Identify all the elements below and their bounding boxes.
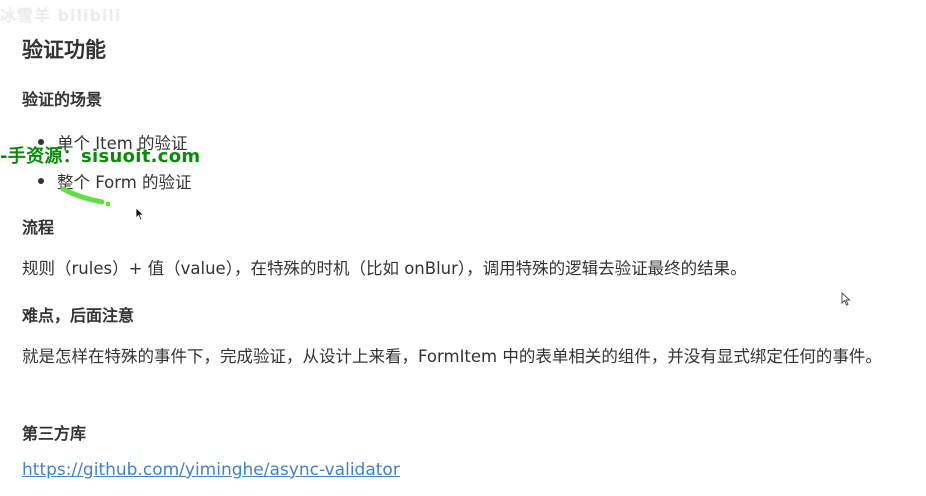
section-title-library: 第三方库 <box>22 424 87 443</box>
async-validator-link[interactable]: https://github.com/yiminghe/async-valida… <box>22 460 400 480</box>
flow-paragraph: 规则（rules）+ 值（value），在特殊的时机（比如 onBlur），调用… <box>22 259 747 278</box>
mouse-cursor-icon <box>841 292 851 306</box>
section-title-difficulty: 难点，后面注意 <box>22 306 135 325</box>
mouse-cursor-icon <box>135 207 145 221</box>
overlay-watermark: -手资源：sisuoit.com <box>0 146 201 167</box>
green-highlight-stroke <box>60 186 111 207</box>
section-title-flow: 流程 <box>22 218 55 237</box>
page-title: 验证功能 <box>22 38 106 62</box>
difficulty-paragraph: 就是怎样在特殊的事件下，完成验证，从设计上来看，FormItem 中的表单相关的… <box>22 347 882 366</box>
top-watermark: 冰雪羊 bilibili <box>0 6 122 25</box>
bullet-icon <box>38 178 44 184</box>
section-title-scenes: 验证的场景 <box>22 90 103 109</box>
document-page: 冰雪羊 bilibili 验证功能 验证的场景 单个 Item 的验证 整个 F… <box>0 0 926 496</box>
